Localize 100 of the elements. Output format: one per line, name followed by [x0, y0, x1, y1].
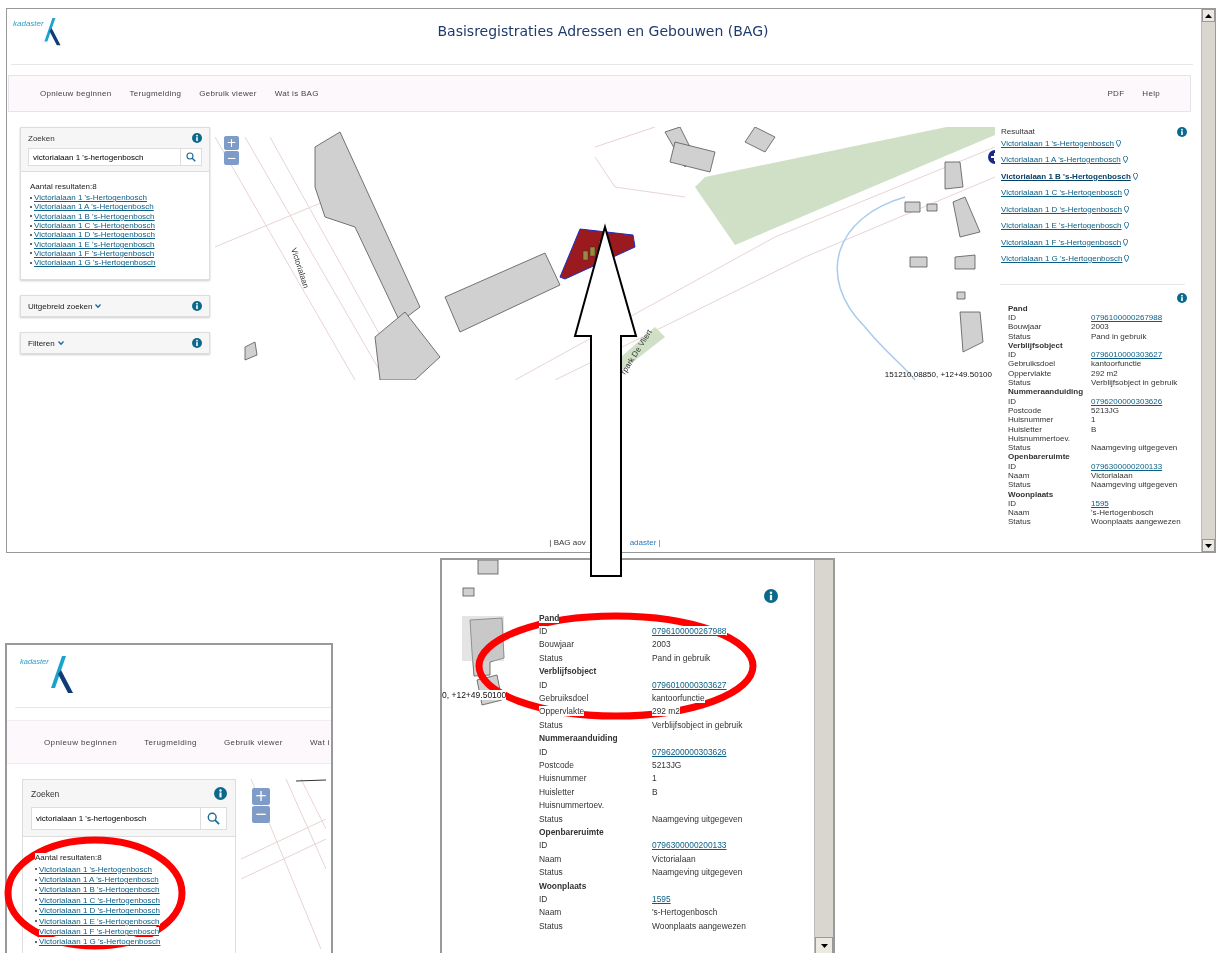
field-label: ID	[539, 679, 548, 690]
result-link[interactable]: Victorialaan 1 D 's-Hertogenbosch	[1001, 204, 1122, 214]
result-link[interactable]: Victorialaan 1 F 's-Hertogenbosch	[34, 248, 155, 258]
field-label: Huisnummer	[1008, 415, 1054, 425]
field-label: Status	[539, 652, 563, 663]
nav-link[interactable]: Help	[1142, 89, 1160, 98]
nav-link[interactable]: Wat i	[309, 737, 330, 747]
scrollbar[interactable]	[1201, 9, 1215, 552]
result-link[interactable]: Victorialaan 1 D 's-Hertogenbosch	[34, 230, 155, 240]
field-value: B	[652, 786, 658, 797]
nav-link[interactable]: Gebruik viewer	[223, 737, 283, 747]
result-link[interactable]: Victorialaan 1 E 's-Hertogenbosch	[34, 239, 155, 249]
field-label: ID	[1008, 498, 1016, 508]
result-link[interactable]: Victorialaan 1 B 's-Hertogenbosch	[1001, 171, 1131, 181]
result-link[interactable]: Victorialaan 1 G 's-Hertogenbosch	[34, 258, 156, 268]
field-label: Naam	[539, 853, 562, 864]
section-heading: Nummeraanduiding	[1008, 387, 1084, 397]
id-link[interactable]: 0796200000303626	[652, 746, 727, 757]
nav-link[interactable]: Wat is BAG	[274, 89, 319, 98]
pin-icon[interactable]	[1123, 238, 1129, 246]
field-label: ID	[1008, 461, 1016, 471]
id-link[interactable]: 0796300000200133	[1091, 461, 1163, 471]
id-link[interactable]: 0796010000303627	[1091, 350, 1163, 360]
info-icon[interactable]	[192, 133, 202, 143]
result-link[interactable]: Victorialaan 1 C 's-Hertogenbosch	[34, 221, 155, 231]
field-label: Status	[1008, 331, 1031, 341]
field-label: Oppervlakte	[539, 706, 585, 717]
nav-link[interactable]: Terugmelding	[129, 89, 182, 98]
field-label: ID	[1008, 350, 1016, 360]
result-link[interactable]: Victorialaan 1 's-Hertogenbosch	[34, 193, 147, 203]
field-value: 's-Hertogenbosch	[1091, 508, 1154, 518]
nav-link[interactable]: Gebruik viewer	[199, 89, 257, 98]
field-value: 1	[652, 773, 657, 784]
result-link[interactable]: Victorialaan 1 F 's-Hertogenbosch	[39, 927, 160, 937]
field-label: Postcode	[1008, 405, 1042, 415]
id-link[interactable]: 0796010000303627	[652, 679, 727, 690]
result-link[interactable]: Victorialaan 1 G 's-Hertogenbosch	[1001, 254, 1123, 263]
nav-link[interactable]: PDF	[1107, 89, 1125, 98]
result-link[interactable]: Victorialaan 1 C 's-Hertogenbosch	[39, 895, 160, 905]
section-heading: Openbareruimte	[539, 826, 604, 837]
result-link[interactable]: Victorialaan 1 E 's-Hertogenbosch	[39, 916, 160, 926]
field-value: 1	[1091, 415, 1096, 425]
result-link[interactable]: Victorialaan 1 G 's-Hertogenbosch	[39, 937, 161, 947]
scroll-up-icon[interactable]	[1205, 13, 1212, 18]
search-field[interactable]: victorialaan 1 's-hertogenbosch	[31, 807, 200, 830]
pin-icon[interactable]	[1116, 139, 1121, 147]
section-heading: Verblijfsobject	[539, 666, 597, 677]
info-icon[interactable]	[1177, 127, 1187, 137]
field-label: Status	[539, 719, 563, 730]
result-link[interactable]: Victorialaan 1 E 's-Hertogenbosch	[1001, 221, 1122, 230]
scrollbar[interactable]	[814, 560, 833, 953]
result-link[interactable]: Victorialaan 1 A 's-Hertogenbosch	[39, 875, 159, 885]
search-field[interactable]: victorialaan 1 's-hertogenbosch	[28, 148, 180, 166]
footer-link[interactable]: adaster |	[629, 538, 661, 547]
id-link[interactable]: 0796100000267988	[1091, 312, 1163, 322]
result-link[interactable]: Victorialaan 1 B 's-Hertogenbosch	[34, 211, 155, 221]
id-link[interactable]: 0796200000303626	[1091, 396, 1163, 406]
result-link[interactable]: Victorialaan 1 F 's-Hertogenbosch	[1001, 237, 1122, 247]
id-link[interactable]: 1595	[652, 893, 671, 904]
search-button[interactable]	[200, 807, 227, 830]
field-label: Bouwjaar	[1008, 322, 1042, 332]
collapsed-panel[interactable]: Filteren	[20, 332, 210, 355]
search-button[interactable]	[180, 148, 202, 166]
info-icon[interactable]	[214, 787, 227, 800]
info-icon[interactable]	[1177, 292, 1187, 303]
panel-title: Resultaat	[1001, 127, 1035, 136]
scroll-down-icon[interactable]	[820, 944, 828, 948]
result-link[interactable]: Victorialaan 1 's-Hertogenbosch	[1001, 138, 1114, 148]
field-value: kantoorfunctie	[1091, 359, 1142, 369]
pin-icon[interactable]	[1122, 156, 1128, 163]
nav-link[interactable]: Terugmelding	[144, 737, 197, 747]
info-icon[interactable]	[192, 338, 202, 349]
logo-text: kadaster	[13, 19, 44, 28]
result-link[interactable]: Victorialaan 1 A 's-Hertogenbosch	[34, 202, 154, 212]
id-link[interactable]: 1595	[1091, 498, 1109, 508]
info-icon[interactable]	[192, 301, 202, 312]
result-link[interactable]: Victorialaan 1 A 's-Hertogenbosch	[1001, 155, 1121, 164]
pin-icon[interactable]	[1124, 255, 1130, 262]
nav-link[interactable]: Opnieuw beginnen	[40, 89, 112, 98]
collapsed-panel[interactable]: Uitgebreid zoeken	[20, 295, 210, 318]
result-link[interactable]: Victorialaan 1 B 's-Hertogenbosch	[39, 885, 160, 895]
field-label: Naam	[1008, 471, 1030, 480]
result-link[interactable]: Victorialaan 1 C 's-Hertogenbosch	[1001, 188, 1122, 197]
pin-icon[interactable]	[1123, 222, 1129, 229]
nav-link[interactable]: Opnieuw beginnen	[44, 737, 118, 747]
field-label: Naam	[1008, 508, 1030, 518]
id-link[interactable]: 0796100000267988	[652, 626, 727, 637]
field-value: B	[1091, 424, 1097, 434]
pin-icon[interactable]	[1132, 172, 1138, 180]
id-link[interactable]: 0796300000200133	[652, 840, 727, 851]
result-link[interactable]: Victorialaan 1 's-Hertogenbosch	[39, 864, 152, 874]
pin-icon[interactable]	[1124, 189, 1129, 196]
building-outline	[295, 779, 326, 782]
field-label: Status	[539, 813, 563, 824]
pin-icon[interactable]	[1124, 205, 1129, 213]
info-icon[interactable]	[764, 589, 778, 603]
result-link[interactable]: Victorialaan 1 D 's-Hertogenbosch	[39, 906, 160, 916]
scroll-down-icon[interactable]	[1205, 543, 1212, 548]
field-label: ID	[539, 840, 548, 851]
field-label: Status	[539, 867, 563, 878]
